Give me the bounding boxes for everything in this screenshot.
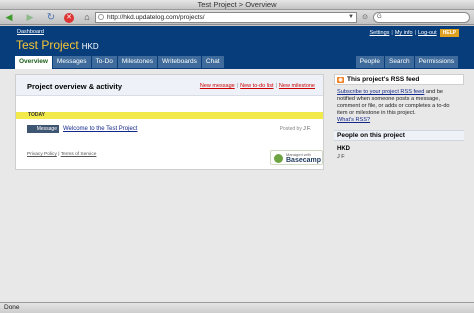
whats-rss-link[interactable]: What's RSS? (337, 117, 370, 123)
item-type-badge: Message (27, 125, 59, 133)
tab-people[interactable]: People (355, 56, 384, 68)
basecamp-mountain-icon (274, 154, 283, 163)
people-header: People on this project (334, 130, 464, 141)
sidebar: ◉ This project's RSS feed Subscribe to y… (334, 74, 464, 160)
people-person: J F (337, 154, 345, 160)
overview-title: Project overview & activity (27, 82, 123, 91)
today-label: TODAY (16, 112, 323, 119)
rss-icon: ◉ (337, 77, 344, 83)
new-message-link[interactable]: New message (200, 83, 235, 89)
item-title-link[interactable]: Welcome to the Test Project (63, 125, 137, 133)
posted-by-label: Posted by (279, 126, 302, 132)
rss-title: This project's RSS feed (347, 76, 420, 83)
tab-overview[interactable]: Overview (15, 56, 52, 69)
url-text: http://hkd.updatelog.com/projects/ (107, 14, 205, 21)
new-todo-link[interactable]: New to-do list (240, 83, 273, 89)
window-title: Test Project > Overview (0, 0, 474, 10)
rss-header: ◉ This project's RSS feed (334, 74, 464, 85)
company-name: HKD (81, 42, 99, 51)
account-links: Settings | My info | Log-out HELP (370, 29, 459, 37)
logo-name: Basecamp (286, 157, 322, 164)
back-icon[interactable]: ◀ (3, 12, 15, 23)
tab-todo[interactable]: To-Do (91, 56, 117, 68)
footer-links: Privacy Policy | Terms of Service (27, 152, 97, 157)
tab-search[interactable]: Search (384, 56, 414, 68)
help-button[interactable]: HELP (439, 29, 459, 37)
my-info-link[interactable]: My info (395, 30, 413, 36)
tab-permissions[interactable]: Permissions (414, 56, 458, 68)
stop-icon[interactable]: ✕ (64, 12, 74, 23)
go-icon[interactable]: ⊙ (360, 13, 370, 22)
rss-subscribe-link[interactable]: Subscribe to your project RSS feed (337, 89, 424, 95)
logout-link[interactable]: Log-out (418, 30, 437, 36)
overview-header: Project overview & activity New message |… (16, 75, 323, 96)
terms-link[interactable]: Terms of Service (61, 152, 97, 157)
tab-writeboards[interactable]: Writeboards (157, 56, 201, 68)
page: Dashboard Settings | My info | Log-out HELP T… (0, 26, 474, 302)
url-dropdown-icon[interactable]: ▼ (348, 13, 354, 22)
search-engine-label: G (377, 14, 382, 20)
site-icon (98, 14, 104, 20)
new-milestone-link[interactable]: New milestone (279, 83, 315, 89)
forward-icon[interactable]: ▶ (24, 12, 36, 23)
admin-tabs: People Search Permissions (355, 56, 459, 68)
author-name: J F. (303, 126, 311, 132)
home-icon[interactable]: ⌂ (81, 12, 93, 23)
status-bar: Done (0, 302, 474, 313)
people-company: HKD (337, 146, 350, 152)
project-header: Dashboard Settings | My info | Log-out HELP T… (0, 26, 474, 69)
tab-messages[interactable]: Messages (52, 56, 91, 68)
tab-milestones[interactable]: Milestones (117, 56, 157, 68)
posted-by: Posted by J F. (280, 125, 311, 133)
page-title: Test Project HKD (16, 38, 99, 54)
overview-actions: New message | New to-do list | New milestone (199, 83, 315, 89)
rss-description: Subscribe to your project RSS feed and b… (334, 85, 464, 124)
settings-link[interactable]: Settings (370, 30, 390, 36)
tab-chat[interactable]: Chat (201, 56, 224, 68)
search-input[interactable]: G (373, 12, 470, 23)
project-name: Test Project (16, 38, 79, 52)
project-tabs: Overview Messages To-Do Milestones Write… (15, 56, 225, 69)
reload-icon[interactable]: ↻ (45, 12, 57, 23)
privacy-link[interactable]: Privacy Policy (27, 152, 57, 157)
basecamp-logo[interactable]: Managed with Basecamp (270, 150, 323, 165)
url-input[interactable]: http://hkd.updatelog.com/projects/ ▼ (95, 12, 357, 23)
browser-toolbar: ◀ ▶ ↻ ✕ ⌂ http://hkd.updatelog.com/proje… (0, 10, 474, 25)
dashboard-link[interactable]: Dashboard (17, 29, 44, 35)
list-item: Message Welcome to the Test Project Post… (27, 125, 317, 134)
